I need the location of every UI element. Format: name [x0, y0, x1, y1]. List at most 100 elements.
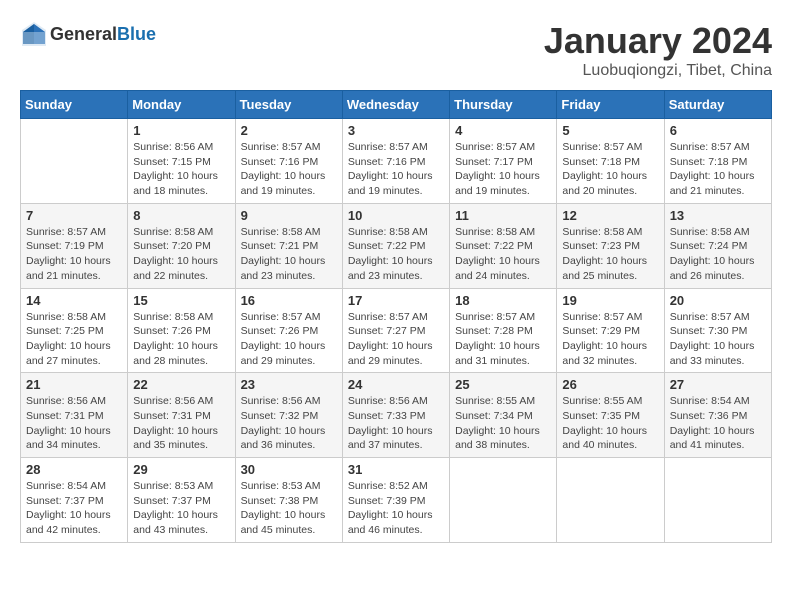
logo-text: GeneralBlue: [50, 24, 156, 45]
day-number: 20: [670, 293, 766, 308]
calendar-week-1: 1Sunrise: 8:56 AMSunset: 7:15 PMDaylight…: [21, 119, 772, 204]
day-number: 27: [670, 377, 766, 392]
day-info: Sunrise: 8:54 AMSunset: 7:37 PMDaylight:…: [26, 479, 122, 538]
day-info: Sunrise: 8:57 AMSunset: 7:16 PMDaylight:…: [348, 140, 444, 199]
day-info: Sunrise: 8:56 AMSunset: 7:31 PMDaylight:…: [133, 394, 229, 453]
day-info: Sunrise: 8:58 AMSunset: 7:22 PMDaylight:…: [348, 225, 444, 284]
day-info: Sunrise: 8:56 AMSunset: 7:33 PMDaylight:…: [348, 394, 444, 453]
day-number: 28: [26, 462, 122, 477]
day-number: 31: [348, 462, 444, 477]
calendar-cell: 7Sunrise: 8:57 AMSunset: 7:19 PMDaylight…: [21, 203, 128, 288]
day-number: 17: [348, 293, 444, 308]
calendar-week-5: 28 Sunrise: 8:54 AMSunset: 7:37 PMDayligh…: [21, 458, 772, 543]
calendar-cell: 6Sunrise: 8:57 AMSunset: 7:18 PMDaylight…: [664, 119, 771, 204]
month-title: January 2024: [544, 20, 772, 62]
calendar-cell: [450, 458, 557, 543]
header-wednesday: Wednesday: [342, 91, 449, 119]
day-info: Sunrise: 8:54 AMSunset: 7:36 PMDaylight:…: [670, 394, 766, 453]
calendar-cell: 20Sunrise: 8:57 AMSunset: 7:30 PMDayligh…: [664, 288, 771, 373]
calendar-cell: 14Sunrise: 8:58 AMSunset: 7:25 PMDayligh…: [21, 288, 128, 373]
header-sunday: Sunday: [21, 91, 128, 119]
day-info: Sunrise: 8:58 AMSunset: 7:26 PMDaylight:…: [133, 310, 229, 369]
day-info: Sunrise: 8:55 AMSunset: 7:34 PMDaylight:…: [455, 394, 551, 453]
day-number: 5: [562, 123, 658, 138]
day-info: Sunrise: 8:57 AMSunset: 7:27 PMDaylight:…: [348, 310, 444, 369]
page-header: GeneralBlue January 2024 Luobuqiongzi, T…: [20, 20, 772, 80]
day-info: Sunrise: 8:57 AMSunset: 7:19 PMDaylight:…: [26, 225, 122, 284]
calendar-cell: 30 Sunrise: 8:53 AMSunset: 7:38 PMDayligh…: [235, 458, 342, 543]
day-info: Sunrise: 8:53 AMSunset: 7:37 PMDaylight:…: [133, 479, 229, 538]
day-number: 2: [241, 123, 337, 138]
calendar-week-4: 21 Sunrise: 8:56 AMSunset: 7:31 PMDayligh…: [21, 373, 772, 458]
header-thursday: Thursday: [450, 91, 557, 119]
calendar-week-2: 7Sunrise: 8:57 AMSunset: 7:19 PMDaylight…: [21, 203, 772, 288]
calendar-cell: 9Sunrise: 8:58 AMSunset: 7:21 PMDaylight…: [235, 203, 342, 288]
day-info: Sunrise: 8:56 AMSunset: 7:32 PMDaylight:…: [241, 394, 337, 453]
calendar-cell: 1Sunrise: 8:56 AMSunset: 7:15 PMDaylight…: [128, 119, 235, 204]
day-number: 30: [241, 462, 337, 477]
day-info: Sunrise: 8:52 AMSunset: 7:39 PMDaylight:…: [348, 479, 444, 538]
day-number: 25: [455, 377, 551, 392]
day-number: 24: [348, 377, 444, 392]
calendar-cell: 8 Sunrise: 8:58 AMSunset: 7:20 PMDaylight…: [128, 203, 235, 288]
header-tuesday: Tuesday: [235, 91, 342, 119]
calendar-cell: 15 Sunrise: 8:58 AMSunset: 7:26 PMDayligh…: [128, 288, 235, 373]
calendar-cell: 29 Sunrise: 8:53 AMSunset: 7:37 PMDayligh…: [128, 458, 235, 543]
day-number: 1: [133, 123, 229, 138]
calendar-cell: [557, 458, 664, 543]
day-number: 11: [455, 208, 551, 223]
header-monday: Monday: [128, 91, 235, 119]
day-number: 23: [241, 377, 337, 392]
day-number: 26: [562, 377, 658, 392]
day-number: 14: [26, 293, 122, 308]
calendar-cell: 5 Sunrise: 8:57 AMSunset: 7:18 PMDaylight…: [557, 119, 664, 204]
day-info: Sunrise: 8:58 AMSunset: 7:22 PMDaylight:…: [455, 225, 551, 284]
day-info: Sunrise: 8:56 AMSunset: 7:31 PMDaylight:…: [26, 394, 122, 453]
day-info: Sunrise: 8:57 AMSunset: 7:18 PMDaylight:…: [562, 140, 658, 199]
day-number: 18: [455, 293, 551, 308]
calendar-cell: 26 Sunrise: 8:55 AMSunset: 7:35 PMDayligh…: [557, 373, 664, 458]
calendar-cell: 12 Sunrise: 8:58 AMSunset: 7:23 PMDayligh…: [557, 203, 664, 288]
calendar-cell: 19Sunrise: 8:57 AMSunset: 7:29 PMDayligh…: [557, 288, 664, 373]
calendar-cell: 21 Sunrise: 8:56 AMSunset: 7:31 PMDayligh…: [21, 373, 128, 458]
header-friday: Friday: [557, 91, 664, 119]
calendar-cell: 18 Sunrise: 8:57 AMSunset: 7:28 PMDayligh…: [450, 288, 557, 373]
day-number: 19: [562, 293, 658, 308]
day-number: 3: [348, 123, 444, 138]
calendar-cell: 25 Sunrise: 8:55 AMSunset: 7:34 PMDayligh…: [450, 373, 557, 458]
calendar-cell: 11 Sunrise: 8:58 AMSunset: 7:22 PMDayligh…: [450, 203, 557, 288]
calendar-cell: 24 Sunrise: 8:56 AMSunset: 7:33 PMDayligh…: [342, 373, 449, 458]
day-number: 21: [26, 377, 122, 392]
day-number: 13: [670, 208, 766, 223]
day-number: 12: [562, 208, 658, 223]
day-number: 16: [241, 293, 337, 308]
calendar-cell: 16 Sunrise: 8:57 AMSunset: 7:26 PMDayligh…: [235, 288, 342, 373]
day-number: 9: [241, 208, 337, 223]
day-number: 15: [133, 293, 229, 308]
calendar-cell: 2 Sunrise: 8:57 AMSunset: 7:16 PMDaylight…: [235, 119, 342, 204]
day-number: 8: [133, 208, 229, 223]
logo-icon: [20, 20, 48, 48]
calendar-cell: [664, 458, 771, 543]
calendar-cell: 22Sunrise: 8:56 AMSunset: 7:31 PMDayligh…: [128, 373, 235, 458]
day-info: Sunrise: 8:57 AMSunset: 7:26 PMDaylight:…: [241, 310, 337, 369]
logo: GeneralBlue: [20, 20, 156, 48]
calendar-cell: 17 Sunrise: 8:57 AMSunset: 7:27 PMDayligh…: [342, 288, 449, 373]
day-info: Sunrise: 8:57 AMSunset: 7:28 PMDaylight:…: [455, 310, 551, 369]
location-subtitle: Luobuqiongzi, Tibet, China: [544, 62, 772, 80]
day-info: Sunrise: 8:53 AMSunset: 7:38 PMDaylight:…: [241, 479, 337, 538]
day-info: Sunrise: 8:55 AMSunset: 7:35 PMDaylight:…: [562, 394, 658, 453]
day-info: Sunrise: 8:57 AMSunset: 7:16 PMDaylight:…: [241, 140, 337, 199]
calendar-cell: 4Sunrise: 8:57 AMSunset: 7:17 PMDaylight…: [450, 119, 557, 204]
day-info: Sunrise: 8:58 AMSunset: 7:20 PMDaylight:…: [133, 225, 229, 284]
day-number: 29: [133, 462, 229, 477]
calendar-cell: 13Sunrise: 8:58 AMSunset: 7:24 PMDayligh…: [664, 203, 771, 288]
calendar-header-row: SundayMondayTuesdayWednesdayThursdayFrid…: [21, 91, 772, 119]
logo-blue: Blue: [117, 24, 156, 44]
header-saturday: Saturday: [664, 91, 771, 119]
day-info: Sunrise: 8:57 AMSunset: 7:17 PMDaylight:…: [455, 140, 551, 199]
day-info: Sunrise: 8:58 AMSunset: 7:23 PMDaylight:…: [562, 225, 658, 284]
calendar-cell: 31 Sunrise: 8:52 AMSunset: 7:39 PMDayligh…: [342, 458, 449, 543]
calendar-cell: [21, 119, 128, 204]
day-info: Sunrise: 8:57 AMSunset: 7:18 PMDaylight:…: [670, 140, 766, 199]
